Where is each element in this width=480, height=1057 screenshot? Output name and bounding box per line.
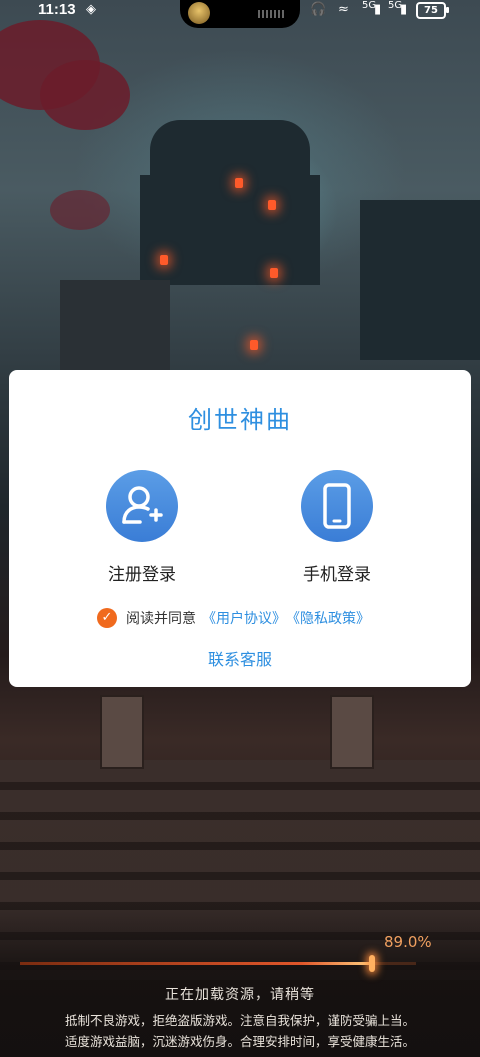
lantern [268,200,276,210]
audio-wave-icon [258,10,284,18]
dynamic-island[interactable] [180,0,300,28]
lantern [250,340,258,350]
progress-spark [369,955,376,972]
signal-icon: ▮ [400,2,408,17]
lantern [270,268,278,278]
login-dialog: 创世神曲 注册登录 手机登录 ✓ 阅读并同意 《用户协议》 《隐私政策》 联系客… [9,370,471,687]
phone-login-button[interactable]: 手机登录 [277,470,397,585]
clock: 11:13 [38,1,76,18]
progress-bar [20,962,416,965]
register-login-button[interactable]: 注册登录 [82,470,202,585]
health-notice-line-1: 抵制不良游戏，拒绝盗版游戏。注意自我保护，谨防受骗上当。 [64,1013,415,1028]
user-agreement-link[interactable]: 《用户协议》 [202,608,286,628]
lantern [235,178,243,188]
status-bar: 11:13 ◈ 🎧 ≈ 5G ▮ 5G ▮ 75 [0,0,480,28]
rail-post [100,695,144,769]
register-login-label: 注册登录 [108,565,176,585]
signal-icon: ▮ [374,2,382,17]
lantern [160,255,168,265]
headphones-icon: 🎧 [310,2,327,17]
temple-body [140,175,320,285]
health-notice-line-2: 适度游戏益脑，沉迷游戏伤身。合理安排时间，享受健康生活。 [64,1034,415,1049]
game-title: 创世神曲 [188,406,292,434]
wifi-icon: ≈ [338,2,349,17]
tree-foliage [40,60,130,130]
agree-checkbox[interactable]: ✓ [97,608,117,628]
privacy-policy-link[interactable]: 《隐私政策》 [286,608,370,628]
battery-icon: 75 [416,2,446,19]
tree-foliage [50,190,110,230]
rock [60,280,170,370]
rail-post [330,695,374,769]
progress-fill [20,962,373,965]
temple-roof [150,120,310,180]
app-avatar-icon [188,2,210,24]
contact-support-link[interactable]: 联系客服 [9,646,471,670]
agree-text: 阅读并同意 [126,611,196,627]
right-building [360,200,480,360]
loading-status: 正在加载资源，请稍等 [165,987,315,1003]
agreement-row: ✓ 阅读并同意 《用户协议》 《隐私政策》 [97,607,370,629]
battery-tip [446,7,449,13]
phone-icon [301,470,373,542]
notification-icon: ◈ [86,2,96,17]
phone-login-label: 手机登录 [303,565,371,585]
add-user-icon [106,470,178,542]
progress-percent: 89.0% [384,933,432,951]
